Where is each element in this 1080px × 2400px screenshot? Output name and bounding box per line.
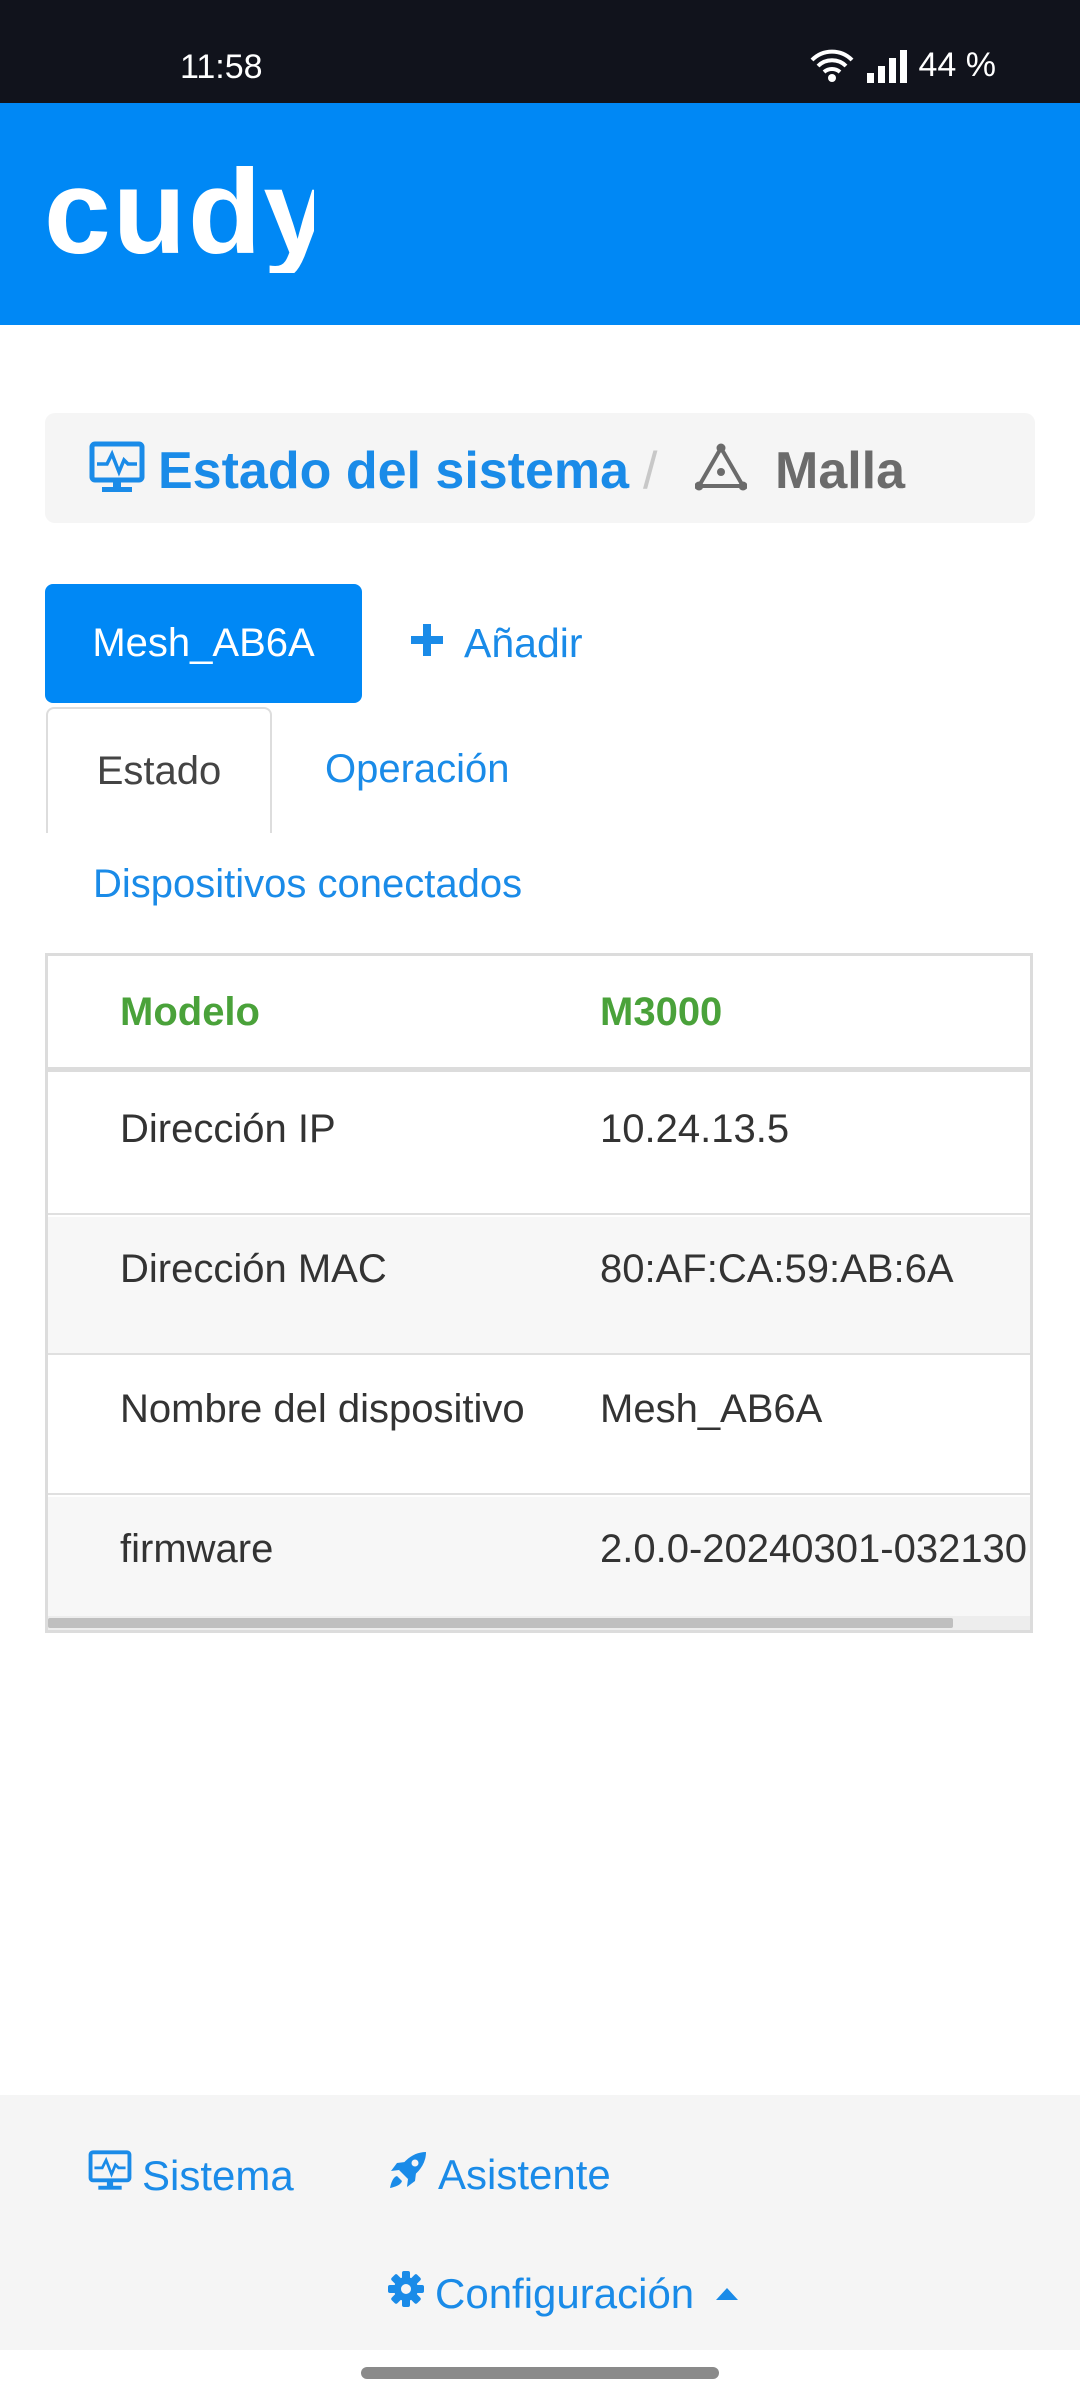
monitor-icon <box>88 2150 132 2202</box>
breadcrumb-separator: / <box>643 442 658 500</box>
nav-sistema[interactable]: Sistema <box>88 2150 294 2202</box>
row-key: Dirección MAC <box>120 1247 387 1291</box>
table-row: firmware 2.0.0-20240301-032130 <box>48 1497 1030 1630</box>
device-info-table: Modelo M3000 Dirección IP 10.24.13.5 Dir… <box>45 953 1033 1633</box>
monitor-icon <box>89 441 145 500</box>
caret-up-icon <box>716 2288 739 2300</box>
nav-asistente[interactable]: Asistente <box>388 2150 611 2200</box>
breadcrumb-system-link[interactable]: Estado del sistema <box>158 441 629 501</box>
scrollbar-thumb[interactable] <box>48 1618 953 1628</box>
breadcrumb: Estado del sistema / Malla <box>45 413 1035 523</box>
plus-icon <box>410 620 444 667</box>
table-row: Dirección MAC 80:AF:CA:59:AB:6A <box>48 1217 1030 1355</box>
gear-icon <box>387 2270 425 2318</box>
horizontal-scrollbar[interactable] <box>48 1616 1030 1630</box>
nav-configuracion-label: Configuración <box>435 2270 695 2317</box>
device-tab-active[interactable]: Mesh_AB6A <box>45 584 362 703</box>
rocket-icon <box>388 2150 428 2200</box>
signal-icon <box>865 49 909 83</box>
row-key: Nombre del dispositivo <box>120 1387 525 1431</box>
bottom-nav: Sistema Asistente Configuración <box>0 2095 1080 2350</box>
mesh-icon <box>694 443 748 496</box>
status-right: 44 % <box>809 46 997 85</box>
connected-devices-link[interactable]: Dispositivos conectados <box>93 862 522 907</box>
status-bar: 11:58 44 % <box>0 0 1080 103</box>
home-indicator[interactable] <box>361 2367 719 2379</box>
table-header-key: Modelo <box>120 990 260 1034</box>
tab-operacion[interactable]: Operación <box>325 707 510 831</box>
logo-text: cudy <box>44 153 314 273</box>
table-header-value: M3000 <box>600 990 723 1034</box>
table-row: Dirección IP 10.24.13.5 <box>48 1077 1030 1215</box>
row-key: firmware <box>120 1527 274 1571</box>
cudy-logo[interactable]: cudy <box>44 145 330 279</box>
row-value: 80:AF:CA:59:AB:6A <box>600 1247 954 1291</box>
status-time: 11:58 <box>180 48 263 86</box>
row-key: Dirección IP <box>120 1107 336 1151</box>
nav-asistente-label: Asistente <box>438 2151 611 2198</box>
table-header-row: Modelo M3000 <box>48 956 1030 1072</box>
nav-sistema-label: Sistema <box>142 2152 294 2199</box>
app-header: cudy <box>0 103 1080 325</box>
row-value: Mesh_AB6A <box>600 1387 823 1431</box>
wifi-icon <box>809 48 855 84</box>
add-device-button[interactable]: Añadir <box>410 584 583 703</box>
tab-estado[interactable]: Estado <box>46 707 272 833</box>
row-value: 10.24.13.5 <box>600 1107 790 1151</box>
row-value: 2.0.0-20240301-032130 <box>600 1527 1028 1571</box>
nav-configuracion[interactable]: Configuración <box>387 2270 739 2318</box>
breadcrumb-current: Malla <box>775 442 906 500</box>
battery-text: 44 % <box>918 46 997 84</box>
table-row: Nombre del dispositivo Mesh_AB6A <box>48 1357 1030 1495</box>
add-device-label: Añadir <box>464 620 583 666</box>
